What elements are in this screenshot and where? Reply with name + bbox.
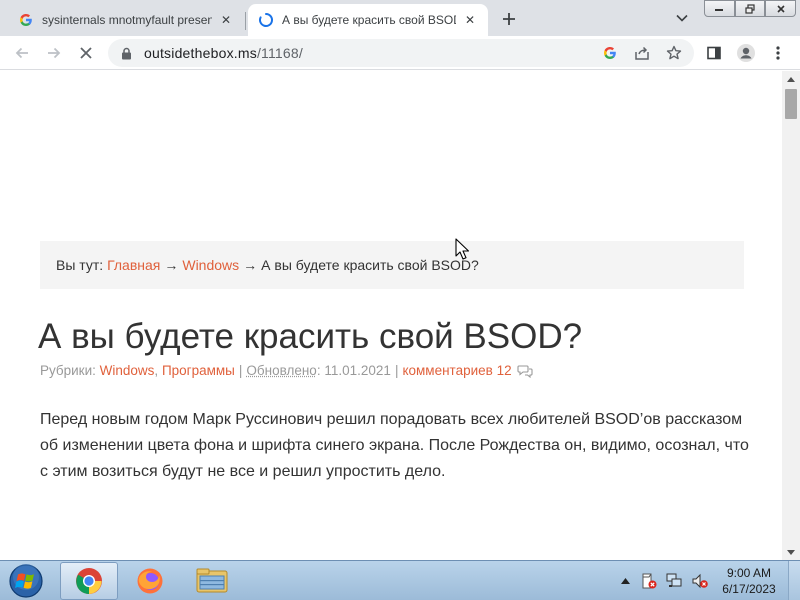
scrollbar-thumb[interactable] bbox=[785, 89, 797, 119]
vertical-scrollbar[interactable] bbox=[782, 71, 800, 560]
lock-icon bbox=[120, 46, 132, 60]
windows-start-orb-icon bbox=[9, 564, 43, 598]
chevron-down-icon bbox=[676, 14, 688, 22]
profile-button[interactable] bbox=[734, 41, 758, 65]
back-arrow-icon bbox=[15, 47, 28, 59]
comments-link[interactable]: комментариев 12 bbox=[402, 363, 511, 378]
breadcrumb-prefix: Вы тут: bbox=[56, 257, 104, 273]
close-window-button[interactable] bbox=[765, 0, 797, 17]
new-tab-button[interactable] bbox=[498, 8, 520, 30]
share-button[interactable] bbox=[630, 41, 654, 65]
google-g-icon bbox=[604, 47, 616, 59]
meta-comma: , bbox=[154, 363, 159, 378]
start-button[interactable] bbox=[4, 562, 48, 600]
rubric-windows-link[interactable]: Windows bbox=[100, 363, 155, 378]
meta-separator: | bbox=[394, 363, 399, 378]
scroll-down-arrow-icon[interactable] bbox=[782, 546, 800, 558]
forward-button[interactable] bbox=[42, 41, 66, 65]
tab-sysinternals[interactable]: sysinternals mnotmyfault present ✕ bbox=[8, 4, 244, 36]
plus-icon bbox=[503, 13, 515, 25]
network-tray-icon[interactable] bbox=[665, 561, 685, 600]
url-text: outsidethebox.ms/11168/ bbox=[144, 45, 303, 61]
comments-icon[interactable] bbox=[517, 364, 533, 378]
loading-spinner-icon bbox=[258, 12, 274, 28]
side-panel-button[interactable] bbox=[702, 41, 726, 65]
show-desktop-button[interactable] bbox=[788, 561, 800, 600]
clock-time: 9:00 AM bbox=[726, 566, 772, 580]
taskbar-chrome-button[interactable] bbox=[60, 562, 118, 600]
taskbar-clock[interactable]: 9:00 AM 6/17/2023 bbox=[716, 565, 782, 597]
minimize-icon bbox=[715, 8, 724, 11]
windows-taskbar: 9:00 AM 6/17/2023 bbox=[0, 560, 800, 600]
rubrics-label: Рубрики: bbox=[40, 363, 96, 378]
minimize-button[interactable] bbox=[704, 0, 735, 17]
tab-title: sysinternals mnotmyfault present bbox=[42, 13, 212, 27]
taskbar-firefox-button[interactable] bbox=[121, 562, 179, 600]
rubric-programs-link[interactable]: Программы bbox=[162, 363, 235, 378]
stop-icon bbox=[80, 47, 92, 59]
breadcrumb-arrow: → bbox=[164, 257, 179, 273]
tab-strip: sysinternals mnotmyfault present ✕ А вы … bbox=[0, 0, 800, 36]
chevron-up-icon bbox=[620, 578, 630, 584]
file-explorer-icon bbox=[196, 568, 228, 593]
back-button[interactable] bbox=[10, 41, 34, 65]
breadcrumb-current: А вы будете красить свой BSOD? bbox=[261, 257, 479, 273]
menu-button[interactable] bbox=[766, 41, 790, 65]
breadcrumb: Вы тут: Главная → Windows → А вы будете крас… bbox=[40, 241, 744, 289]
article-intro-paragraph: Перед новым годом Марк Руссинович решил … bbox=[40, 411, 749, 480]
mouse-cursor-icon bbox=[455, 238, 469, 260]
tray-overflow-button[interactable] bbox=[618, 561, 632, 600]
firefox-icon bbox=[137, 568, 163, 594]
close-tab-icon[interactable]: ✕ bbox=[218, 12, 234, 28]
close-icon bbox=[777, 4, 785, 13]
google-g-icon bbox=[18, 12, 34, 28]
updated-label: Обновлено bbox=[246, 363, 317, 378]
tab-separator bbox=[245, 12, 246, 30]
restore-icon bbox=[745, 3, 755, 14]
breadcrumb-windows-link[interactable]: Windows bbox=[182, 257, 239, 273]
window-controls bbox=[704, 0, 797, 18]
share-icon bbox=[635, 46, 649, 60]
tab-bsod-article[interactable]: А вы будете красить свой BSOD ✕ bbox=[248, 4, 488, 36]
breadcrumb-home-link[interactable]: Главная bbox=[107, 257, 160, 273]
browser-toolbar: outsidethebox.ms/11168/ bbox=[0, 36, 800, 70]
scroll-up-arrow-icon[interactable] bbox=[782, 73, 800, 85]
side-panel-icon bbox=[707, 46, 721, 60]
volume-muted-tray-icon[interactable] bbox=[690, 561, 710, 600]
updated-colon: : bbox=[316, 363, 321, 378]
bookmark-button[interactable] bbox=[662, 41, 686, 65]
close-tab-icon[interactable]: ✕ bbox=[462, 12, 478, 28]
taskbar-explorer-button[interactable] bbox=[183, 562, 241, 600]
web-page: Вы тут: Главная → Windows → А вы будете крас… bbox=[0, 71, 782, 560]
breadcrumb-arrow: → bbox=[243, 257, 258, 273]
clock-date: 6/17/2023 bbox=[722, 582, 776, 596]
chrome-icon bbox=[76, 568, 102, 595]
restore-button[interactable] bbox=[734, 0, 766, 17]
url-host: outsidethebox.ms bbox=[144, 45, 257, 61]
updated-date: 11.01.2021 bbox=[324, 363, 391, 378]
star-icon bbox=[666, 45, 682, 60]
kebab-menu-icon bbox=[776, 46, 780, 60]
meta-separator: | bbox=[238, 363, 243, 378]
url-path: /11168/ bbox=[256, 45, 303, 61]
tab-title: А вы будете красить свой BSOD bbox=[282, 13, 456, 27]
action-center-tray-icon[interactable] bbox=[640, 561, 658, 600]
article-title: А вы будете красить свой BSOD? bbox=[38, 317, 583, 356]
tab-search-button[interactable] bbox=[672, 8, 692, 28]
article-meta: Рубрики: Windows, Программы | Обновлено: 1… bbox=[40, 363, 533, 378]
stop-loading-button[interactable] bbox=[74, 41, 98, 65]
avatar-icon bbox=[737, 44, 755, 62]
google-lens-button[interactable] bbox=[598, 41, 622, 65]
forward-arrow-icon bbox=[48, 47, 61, 59]
